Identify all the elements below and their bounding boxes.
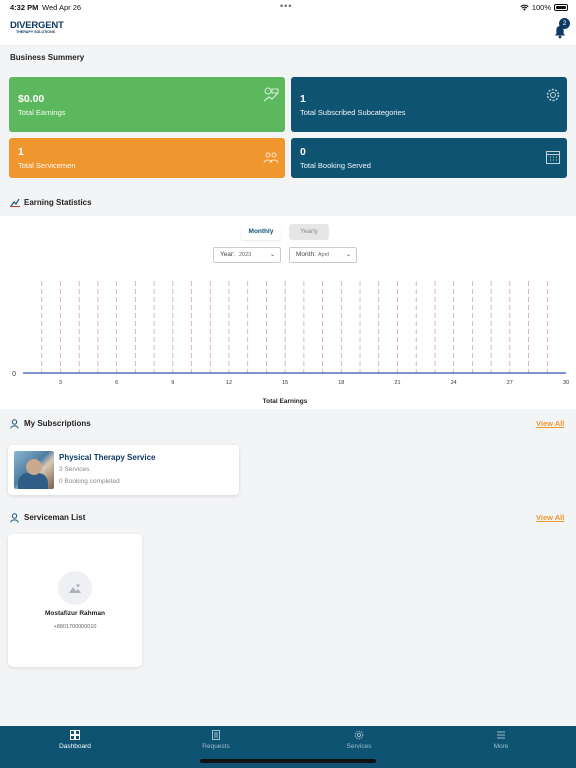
x-tick-label: 21: [394, 380, 400, 386]
total-subcategories-label: Total Subscribed Subcategories: [300, 108, 406, 117]
x-tick-label: 6: [115, 380, 118, 386]
services-icon: [354, 730, 364, 740]
x-tick-label: 18: [338, 380, 344, 386]
total-subcategories-value: 1: [300, 93, 306, 105]
person-icon: [10, 513, 19, 523]
earning-statistics-title: Earning Statistics: [24, 198, 92, 207]
top-bar: DIVERGENT THERAPY SOLUTIONS 2: [0, 14, 576, 46]
subscriptions-view-all-link[interactable]: View All: [536, 419, 564, 428]
total-booking-served-label: Total Booking Served: [300, 161, 371, 170]
wifi-icon: [520, 4, 529, 11]
calendar-icon: [546, 151, 560, 164]
battery-percent: 100%: [531, 3, 551, 12]
total-servicemen-card[interactable]: 1 Total Servicemen: [9, 138, 285, 178]
requests-icon: [212, 730, 220, 740]
total-servicemen-value: 1: [18, 146, 24, 158]
my-subscriptions-title: My Subscriptions: [24, 419, 91, 428]
earning-chart: 3 6 9 12 15 18 21 24 27 30 0 Total Earnings: [12, 281, 569, 405]
tab-requests[interactable]: Requests: [176, 730, 256, 750]
avatar: [58, 571, 92, 605]
tab-services[interactable]: Services: [319, 730, 399, 750]
chart-icon: [10, 198, 20, 207]
tab-more-label: More: [493, 743, 509, 750]
serviceman-list-title: Serviceman List: [24, 513, 86, 522]
status-time: 4:32 PM: [10, 3, 39, 12]
x-tick-label: 27: [507, 380, 513, 386]
subscription-name: Physical Therapy Service: [59, 453, 156, 462]
money-icon: [263, 87, 279, 102]
total-earnings-value: $0.00: [18, 93, 45, 105]
total-earnings-label: Total Earnings: [18, 108, 66, 117]
status-bar: 4:32 PM Wed Apr 26 ••• 100%: [0, 0, 576, 14]
notification-bell[interactable]: 2: [552, 18, 570, 40]
y-tick-label: 0: [12, 371, 16, 378]
x-tick-label: 9: [171, 380, 174, 386]
serviceman-name: Mostafizur Rahman: [45, 610, 105, 617]
tab-more[interactable]: More: [461, 730, 541, 750]
servicemen-view-all-link[interactable]: View All: [536, 513, 564, 522]
subscription-bookings-count: 0 Booking completed: [59, 478, 120, 485]
menu-icon: [497, 731, 505, 739]
brand-subtitle: THERAPY SOLUTIONS: [16, 30, 56, 34]
brand-logo: DIVERGENT THERAPY SOLUTIONS: [10, 20, 74, 42]
service-thumbnail: [14, 451, 54, 489]
x-tick-label: 30: [563, 380, 569, 386]
x-axis-label: Total Earnings: [263, 398, 308, 405]
subscription-services-count: 3 Services: [59, 466, 90, 473]
tab-dashboard[interactable]: Dashboard: [35, 730, 115, 750]
serviceman-card[interactable]: Mostafizur Rahman +8801700000010: [8, 534, 142, 667]
total-booking-served-value: 0: [300, 146, 306, 158]
status-indicators: 100%: [520, 3, 568, 12]
x-tick-label: 3: [59, 380, 62, 386]
x-tick-label: 24: [451, 380, 457, 386]
total-subcategories-card[interactable]: 1 Total Subscribed Subcategories: [291, 77, 567, 132]
image-placeholder-icon: [69, 584, 81, 593]
home-indicator: [200, 759, 376, 763]
dashboard-icon: [70, 730, 80, 740]
subscription-card[interactable]: Physical Therapy Service 3 Services 0 Bo…: [8, 445, 239, 495]
multitask-dots-icon[interactable]: •••: [280, 1, 292, 11]
total-booking-served-card[interactable]: 0 Total Booking Served: [291, 138, 567, 178]
business-summary-title: Business Summery: [10, 53, 85, 62]
earning-header: Earning Statistics: [0, 192, 576, 216]
gear-icon: [546, 88, 560, 102]
team-icon: [263, 152, 279, 164]
status-date: Wed Apr 26: [42, 3, 82, 12]
x-tick-label: 15: [282, 380, 288, 386]
tab-dashboard-label: Dashboard: [59, 743, 91, 750]
x-tick-label: 12: [226, 380, 232, 386]
earning-panel: Monthly Yearly Year: 2023 ⌄ Month: April ⌄…: [0, 216, 576, 409]
serviceman-phone: +8801700000010: [53, 624, 97, 630]
battery-icon: [554, 4, 568, 11]
notification-badge: 2: [559, 18, 570, 29]
person-icon: [10, 419, 19, 429]
tab-requests-label: Requests: [202, 743, 230, 750]
total-earnings-card[interactable]: $0.00 Total Earnings: [9, 77, 285, 132]
total-servicemen-label: Total Servicemen: [18, 161, 76, 170]
tab-services-label: Services: [346, 743, 372, 750]
